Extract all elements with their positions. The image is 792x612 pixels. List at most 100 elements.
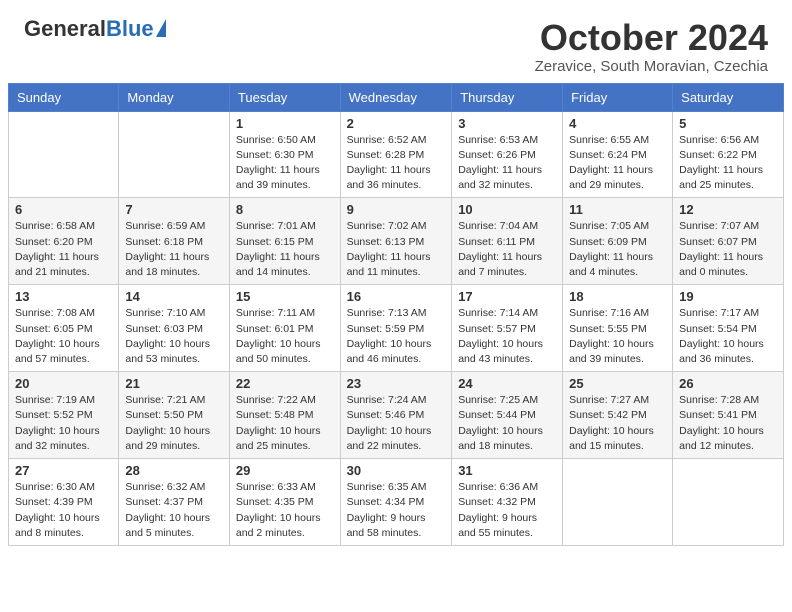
day-header-wednesday: Wednesday bbox=[340, 83, 452, 111]
day-info: Sunrise: 6:52 AMSunset: 6:28 PMDaylight:… bbox=[347, 133, 446, 194]
title-section: October 2024 Zeravice, South Moravian, C… bbox=[535, 18, 768, 75]
day-info: Sunrise: 6:30 AMSunset: 4:39 PMDaylight:… bbox=[15, 480, 112, 541]
logo: General Blue bbox=[24, 18, 166, 40]
day-number: 3 bbox=[458, 116, 556, 131]
calendar-cell: 31 Sunrise: 6:36 AMSunset: 4:32 PMDayligh… bbox=[452, 459, 563, 546]
day-number: 31 bbox=[458, 463, 556, 478]
calendar-cell bbox=[673, 459, 784, 546]
calendar-cell: 5 Sunrise: 6:56 AMSunset: 6:22 PMDaylight… bbox=[673, 111, 784, 198]
calendar-cell: 24 Sunrise: 7:25 AMSunset: 5:44 PMDayligh… bbox=[452, 372, 563, 459]
day-number: 23 bbox=[347, 376, 446, 391]
day-info: Sunrise: 6:36 AMSunset: 4:32 PMDaylight:… bbox=[458, 480, 556, 541]
calendar-cell: 4Sunrise: 6:55 AMSunset: 6:24 PMDaylight… bbox=[563, 111, 673, 198]
logo-general-text: General bbox=[24, 18, 106, 40]
day-number: 1 bbox=[236, 116, 334, 131]
calendar-cell: 6 Sunrise: 6:58 AMSunset: 6:20 PMDaylight… bbox=[9, 198, 119, 285]
day-number: 5 bbox=[679, 116, 777, 131]
calendar-cell: 13Sunrise: 7:08 AMSunset: 6:05 PMDayligh… bbox=[9, 285, 119, 372]
day-number: 24 bbox=[458, 376, 556, 391]
day-number: 2 bbox=[347, 116, 446, 131]
day-info: Sunrise: 7:04 AMSunset: 6:11 PMDaylight:… bbox=[458, 219, 556, 280]
day-number: 11 bbox=[569, 202, 666, 217]
day-number: 20 bbox=[15, 376, 112, 391]
calendar-cell: 25 Sunrise: 7:27 AMSunset: 5:42 PMDayligh… bbox=[563, 372, 673, 459]
month-title: October 2024 bbox=[535, 18, 768, 58]
day-number: 18 bbox=[569, 289, 666, 304]
day-info: Sunrise: 7:13 AMSunset: 5:59 PMDaylight:… bbox=[347, 306, 446, 367]
day-info: Sunrise: 7:16 AMSunset: 5:55 PMDaylight:… bbox=[569, 306, 666, 367]
calendar-cell: 18 Sunrise: 7:16 AMSunset: 5:55 PMDayligh… bbox=[563, 285, 673, 372]
day-number: 25 bbox=[569, 376, 666, 391]
day-number: 15 bbox=[236, 289, 334, 304]
calendar-cell: 11 Sunrise: 7:05 AMSunset: 6:09 PMDayligh… bbox=[563, 198, 673, 285]
day-number: 13 bbox=[15, 289, 112, 304]
day-info: Sunrise: 7:25 AMSunset: 5:44 PMDaylight:… bbox=[458, 393, 556, 454]
day-number: 17 bbox=[458, 289, 556, 304]
calendar-week-row: 27 Sunrise: 6:30 AMSunset: 4:39 PMDayligh… bbox=[9, 459, 784, 546]
day-number: 9 bbox=[347, 202, 446, 217]
calendar-cell bbox=[119, 111, 230, 198]
calendar-cell bbox=[9, 111, 119, 198]
day-number: 14 bbox=[125, 289, 223, 304]
calendar-cell: 3 Sunrise: 6:53 AMSunset: 6:26 PMDaylight… bbox=[452, 111, 563, 198]
logo-blue-text: Blue bbox=[106, 18, 154, 40]
header: General Blue October 2024 Zeravice, Sout… bbox=[0, 0, 792, 83]
day-number: 30 bbox=[347, 463, 446, 478]
day-header-saturday: Saturday bbox=[673, 83, 784, 111]
day-info: Sunrise: 6:53 AMSunset: 6:26 PMDaylight:… bbox=[458, 133, 556, 194]
calendar-cell: 7Sunrise: 6:59 AMSunset: 6:18 PMDaylight… bbox=[119, 198, 230, 285]
day-info: Sunrise: 7:17 AMSunset: 5:54 PMDaylight:… bbox=[679, 306, 777, 367]
calendar-cell: 20Sunrise: 7:19 AMSunset: 5:52 PMDayligh… bbox=[9, 372, 119, 459]
day-info: Sunrise: 7:27 AMSunset: 5:42 PMDaylight:… bbox=[569, 393, 666, 454]
calendar-cell: 15 Sunrise: 7:11 AMSunset: 6:01 PMDayligh… bbox=[229, 285, 340, 372]
logo-triangle-icon bbox=[156, 19, 166, 37]
day-info: Sunrise: 7:28 AMSunset: 5:41 PMDaylight:… bbox=[679, 393, 777, 454]
day-header-sunday: Sunday bbox=[9, 83, 119, 111]
calendar-header-row: SundayMondayTuesdayWednesdayThursdayFrid… bbox=[9, 83, 784, 111]
calendar-cell: 23 Sunrise: 7:24 AMSunset: 5:46 PMDayligh… bbox=[340, 372, 452, 459]
day-number: 29 bbox=[236, 463, 334, 478]
day-number: 22 bbox=[236, 376, 334, 391]
day-number: 19 bbox=[679, 289, 777, 304]
day-number: 16 bbox=[347, 289, 446, 304]
calendar-cell: 17 Sunrise: 7:14 AMSunset: 5:57 PMDayligh… bbox=[452, 285, 563, 372]
day-number: 7 bbox=[125, 202, 223, 217]
calendar-cell: 30 Sunrise: 6:35 AMSunset: 4:34 PMDayligh… bbox=[340, 459, 452, 546]
day-info: Sunrise: 7:05 AMSunset: 6:09 PMDaylight:… bbox=[569, 219, 666, 280]
day-number: 10 bbox=[458, 202, 556, 217]
day-info: Sunrise: 7:24 AMSunset: 5:46 PMDaylight:… bbox=[347, 393, 446, 454]
day-number: 27 bbox=[15, 463, 112, 478]
day-header-friday: Friday bbox=[563, 83, 673, 111]
day-info: Sunrise: 6:50 AMSunset: 6:30 PMDaylight:… bbox=[236, 133, 334, 194]
day-number: 21 bbox=[125, 376, 223, 391]
calendar-cell: 8 Sunrise: 7:01 AMSunset: 6:15 PMDaylight… bbox=[229, 198, 340, 285]
day-info: Sunrise: 7:07 AMSunset: 6:07 PMDaylight:… bbox=[679, 219, 777, 280]
calendar-wrapper: SundayMondayTuesdayWednesdayThursdayFrid… bbox=[0, 83, 792, 554]
calendar-table: SundayMondayTuesdayWednesdayThursdayFrid… bbox=[8, 83, 784, 546]
location-text: Zeravice, South Moravian, Czechia bbox=[535, 58, 768, 75]
calendar-week-row: 6 Sunrise: 6:58 AMSunset: 6:20 PMDaylight… bbox=[9, 198, 784, 285]
day-info: Sunrise: 7:02 AMSunset: 6:13 PMDaylight:… bbox=[347, 219, 446, 280]
day-info: Sunrise: 6:58 AMSunset: 6:20 PMDaylight:… bbox=[15, 219, 112, 280]
day-info: Sunrise: 7:11 AMSunset: 6:01 PMDaylight:… bbox=[236, 306, 334, 367]
calendar-cell: 29Sunrise: 6:33 AMSunset: 4:35 PMDayligh… bbox=[229, 459, 340, 546]
day-info: Sunrise: 7:14 AMSunset: 5:57 PMDaylight:… bbox=[458, 306, 556, 367]
day-info: Sunrise: 6:56 AMSunset: 6:22 PMDaylight:… bbox=[679, 133, 777, 194]
calendar-cell: 10 Sunrise: 7:04 AMSunset: 6:11 PMDayligh… bbox=[452, 198, 563, 285]
day-number: 8 bbox=[236, 202, 334, 217]
day-info: Sunrise: 7:10 AMSunset: 6:03 PMDaylight:… bbox=[125, 306, 223, 367]
calendar-cell: 1 Sunrise: 6:50 AMSunset: 6:30 PMDaylight… bbox=[229, 111, 340, 198]
calendar-cell: 21Sunrise: 7:21 AMSunset: 5:50 PMDayligh… bbox=[119, 372, 230, 459]
day-info: Sunrise: 7:01 AMSunset: 6:15 PMDaylight:… bbox=[236, 219, 334, 280]
day-number: 6 bbox=[15, 202, 112, 217]
day-info: Sunrise: 6:32 AMSunset: 4:37 PMDaylight:… bbox=[125, 480, 223, 541]
day-number: 26 bbox=[679, 376, 777, 391]
calendar-cell: 2 Sunrise: 6:52 AMSunset: 6:28 PMDaylight… bbox=[340, 111, 452, 198]
day-info: Sunrise: 6:35 AMSunset: 4:34 PMDaylight:… bbox=[347, 480, 446, 541]
calendar-cell: 26 Sunrise: 7:28 AMSunset: 5:41 PMDayligh… bbox=[673, 372, 784, 459]
day-info: Sunrise: 6:55 AMSunset: 6:24 PMDaylight:… bbox=[569, 133, 666, 194]
calendar-week-row: 1 Sunrise: 6:50 AMSunset: 6:30 PMDaylight… bbox=[9, 111, 784, 198]
calendar-cell: 12Sunrise: 7:07 AMSunset: 6:07 PMDayligh… bbox=[673, 198, 784, 285]
calendar-week-row: 13Sunrise: 7:08 AMSunset: 6:05 PMDayligh… bbox=[9, 285, 784, 372]
calendar-cell: 27 Sunrise: 6:30 AMSunset: 4:39 PMDayligh… bbox=[9, 459, 119, 546]
